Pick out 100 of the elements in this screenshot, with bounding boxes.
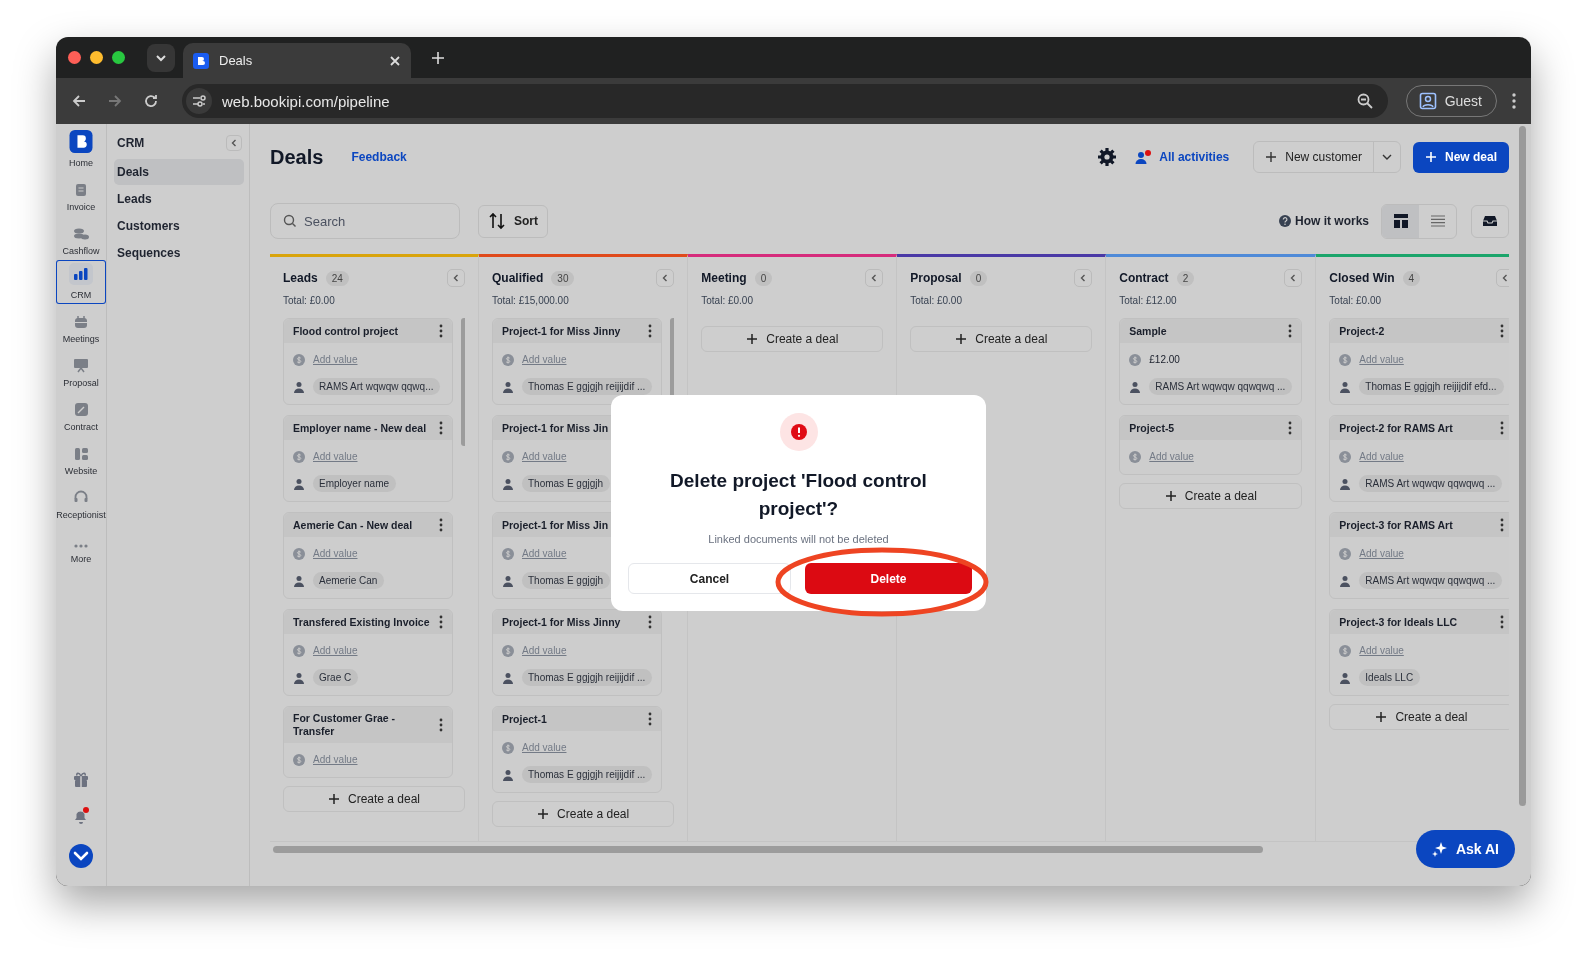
rail-item[interactable]: Receptionist [56, 480, 106, 524]
nav-item[interactable]: Customers [114, 213, 244, 239]
more-options-icon[interactable] [1499, 615, 1504, 629]
create-deal-button[interactable]: Create a deal [283, 786, 465, 812]
deal-card[interactable]: Employer name - New deal Add value Employer name [283, 415, 453, 502]
contact-chip[interactable]: RAMS Art wqwqw qqwqwq ... [1359, 572, 1503, 589]
how-it-works-link[interactable]: How it works [1279, 214, 1369, 228]
more-options-icon[interactable] [648, 712, 653, 726]
collapse-button[interactable] [656, 269, 675, 287]
address-field[interactable]: web.bookipi.com/pipeline [182, 84, 1388, 118]
contact-chip[interactable]: Thomas E ggjgjh [522, 475, 611, 492]
deal-card[interactable]: Project-1 Add value Thomas E ggjgjh reijijdif ... [492, 706, 663, 793]
contact-chip[interactable]: RAMS Art wqwqw qqwqwq ... [1359, 475, 1503, 492]
contact-chip[interactable]: Thomas E ggjgjh reijijdif ... [522, 378, 653, 395]
contact-chip[interactable]: Grae C [313, 669, 359, 686]
create-deal-button[interactable]: Create a deal [1329, 704, 1509, 730]
deal-card[interactable]: For Customer Grae - Transfer Add value [283, 706, 453, 778]
close-tab-icon[interactable] [389, 54, 401, 67]
person-icon [502, 380, 514, 393]
more-options-icon[interactable] [439, 718, 443, 732]
zoom-icon[interactable] [1355, 92, 1374, 110]
ask-ai-button[interactable]: Ask AI [1415, 830, 1515, 868]
deal-card[interactable]: Flood control project Add value RAMS Art wqwqw qqwq... [283, 318, 453, 405]
create-deal-button[interactable]: Create a deal [701, 326, 884, 352]
new-deal-button[interactable]: New deal [1412, 141, 1509, 173]
currency-icon [1339, 547, 1352, 560]
collapse-button[interactable] [226, 135, 242, 151]
more-options-icon[interactable] [439, 615, 443, 629]
minimize-window-button[interactable] [90, 51, 103, 64]
collapse-button[interactable] [1284, 269, 1303, 287]
scrollbar-thumb[interactable] [273, 845, 1263, 853]
scrollbar-thumb[interactable] [1519, 126, 1526, 806]
deal-card[interactable]: Project-3 for Ideals LLC Add value Ideals LLC [1329, 609, 1509, 696]
collapse-button[interactable] [865, 269, 884, 287]
settings-icon[interactable] [1097, 147, 1118, 167]
tab-list-button[interactable] [147, 43, 175, 72]
deal-card[interactable]: Project-1 for Miss Jinny Add value Thomas E ggjgjh reijijdif ... [492, 609, 663, 696]
rail-item[interactable]: CRM [56, 260, 106, 304]
browser-tab[interactable]: Deals [183, 43, 411, 78]
more-options-icon[interactable] [648, 615, 653, 629]
more-options-icon[interactable] [1499, 421, 1504, 435]
deal-card[interactable]: Sample £12.00 RAMS Art wqwqw qqwqwq ... [1119, 318, 1303, 405]
sort-button[interactable]: Sort [478, 204, 548, 238]
cancel-button[interactable]: Cancel [628, 563, 791, 594]
rail-item[interactable]: More [56, 524, 106, 568]
zoom-window-button[interactable] [112, 51, 125, 64]
delete-button[interactable]: Delete [805, 563, 972, 594]
all-activities-link[interactable]: All activities [1135, 149, 1230, 165]
create-deal-button[interactable]: Create a deal [1119, 483, 1303, 509]
deal-card[interactable]: Project-2 for RAMS Art Add value RAMS Art wqwqw qqwqwq ... [1329, 415, 1509, 502]
nav-item[interactable]: Deals [114, 159, 244, 185]
more-options-icon[interactable] [1499, 518, 1504, 532]
rail-item[interactable]: Invoice [56, 172, 106, 216]
more-options-icon[interactable] [1499, 324, 1504, 338]
site-settings-icon[interactable] [186, 88, 212, 114]
person-icon [293, 380, 305, 393]
more-options-icon[interactable] [439, 324, 443, 338]
new-tab-icon[interactable] [431, 50, 445, 65]
rail-item[interactable]: Cashflow [56, 216, 106, 260]
deal-card[interactable]: Project-5 Add value [1119, 415, 1303, 475]
deal-card[interactable]: Aemerie Can - New deal Add value Aemerie Can [283, 512, 453, 599]
gift-icon[interactable] [72, 770, 90, 788]
rail-item[interactable]: Home [56, 130, 106, 172]
board-view-button[interactable] [1382, 204, 1419, 238]
archive-button[interactable] [1471, 204, 1509, 238]
rail-item[interactable]: Meetings [56, 304, 106, 348]
rail-item[interactable]: Website [56, 436, 106, 480]
check-badge-icon[interactable] [69, 844, 93, 868]
nav-item[interactable]: Leads [114, 186, 244, 212]
close-window-button[interactable] [68, 51, 81, 64]
rail-item[interactable]: Proposal [56, 348, 106, 392]
more-options-icon[interactable] [439, 518, 443, 532]
contact-chip[interactable]: Employer name [313, 475, 397, 492]
create-deal-button[interactable]: Create a deal [910, 326, 1093, 352]
contact-chip[interactable]: Aemerie Can [313, 572, 385, 589]
search-field[interactable]: Search [270, 203, 460, 239]
contact-chip[interactable]: RAMS Art wqwqw qqwqwq ... [1149, 378, 1293, 395]
menu-icon[interactable] [1511, 92, 1517, 110]
deal-card[interactable]: Project-3 for RAMS Art Add value RAMS Art wqwqw qqwqwq ... [1329, 512, 1509, 599]
deal-card[interactable]: Transfered Existing Invoice Add value Grae C [283, 609, 453, 696]
collapse-button[interactable] [1074, 269, 1093, 287]
contact-chip[interactable]: Thomas E ggjgjh reijijdif ... [522, 766, 653, 783]
deal-card[interactable]: Project-2 Add value Thomas E ggjgjh reijijdif efd... [1329, 318, 1509, 405]
nav-item[interactable]: Sequences [114, 240, 244, 266]
contact-chip[interactable]: Thomas E ggjgjh reijijdif efd... [1359, 378, 1504, 395]
create-deal-button[interactable]: Create a deal [492, 801, 675, 827]
contact-chip[interactable]: Thomas E ggjgjh reijijdif ... [522, 669, 653, 686]
rail-item[interactable]: Contract [56, 392, 106, 436]
contact-chip[interactable]: RAMS Art wqwqw qqwq... [313, 378, 441, 395]
more-options-icon[interactable] [1288, 324, 1293, 338]
collapse-button[interactable] [1495, 269, 1509, 287]
deal-card[interactable]: Project-1 for Miss Jinny Add value Thomas E ggjgjh reijijdif ... [492, 318, 663, 405]
more-options-icon[interactable] [439, 421, 443, 435]
more-options-icon[interactable] [648, 324, 653, 338]
reload-icon[interactable] [142, 92, 160, 110]
more-options-icon[interactable] [1288, 421, 1293, 435]
contact-chip[interactable]: Thomas E ggjgjh [522, 572, 611, 589]
collapse-button[interactable] [447, 269, 465, 287]
contact-chip[interactable]: Ideals LLC [1359, 669, 1421, 686]
feedback-link[interactable]: Feedback [351, 150, 407, 164]
